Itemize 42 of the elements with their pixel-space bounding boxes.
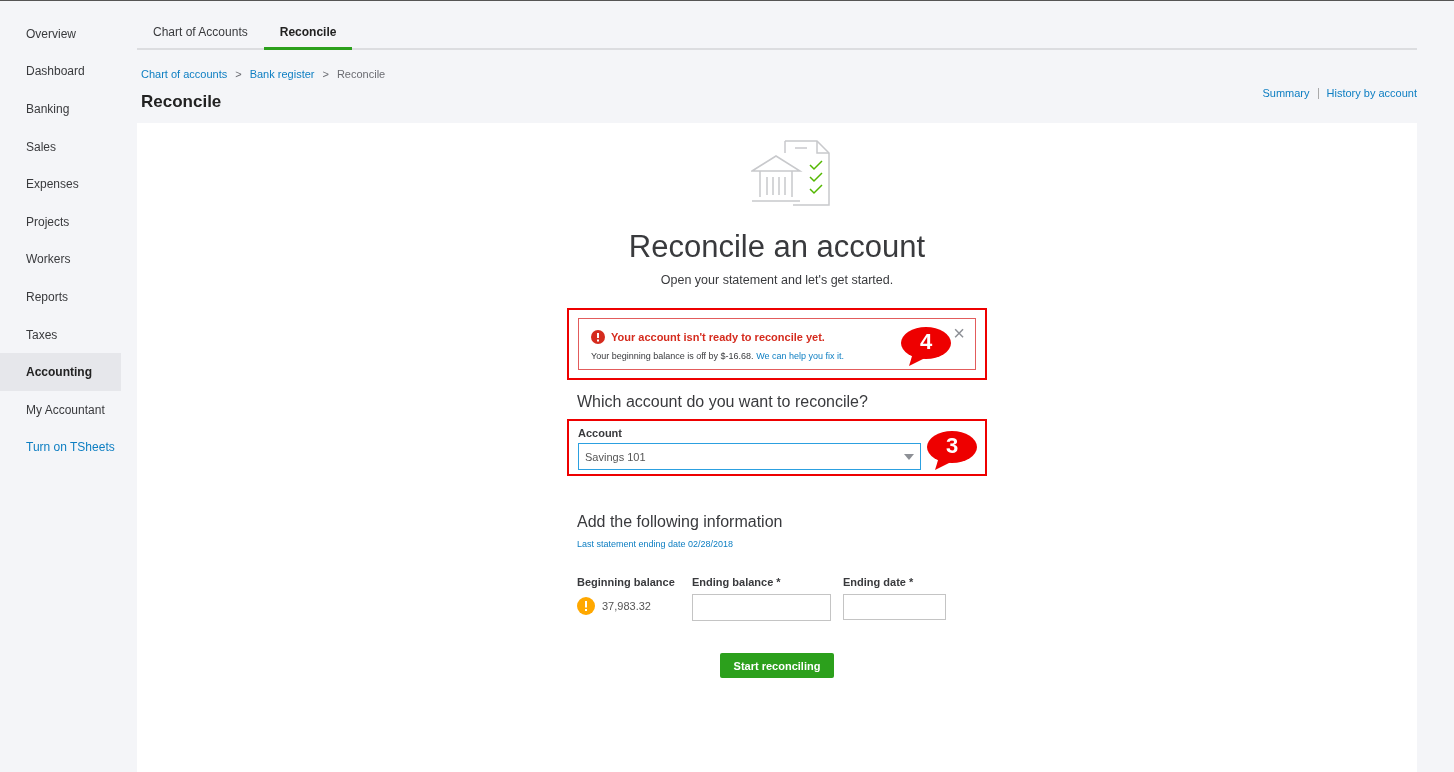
beginning-balance-value: 37,983.32: [602, 599, 651, 614]
sidebar-item[interactable]: Taxes: [0, 315, 121, 354]
ending-date-field[interactable]: [843, 594, 946, 621]
tab[interactable]: Reconcile: [263, 16, 353, 50]
sidebar-item[interactable]: Expenses: [0, 165, 121, 203]
breadcrumb-current: Reconcile: [336, 67, 386, 82]
bank-checklist-icon: [751, 139, 833, 207]
breadcrumb-link[interactable]: Chart of accounts: [141, 66, 228, 83]
info-heading: Add the following information: [577, 512, 784, 533]
account-question: Which account do you want to reconcile?: [577, 391, 869, 412]
sidebar-item[interactable]: Reports: [0, 278, 121, 316]
account-label: Account: [578, 425, 623, 441]
account-value: Savings 101: [585, 449, 646, 465]
alert-title: Your account isn't ready to reconcile yet.: [611, 329, 825, 345]
sidebar-item[interactable]: My Accountant: [0, 390, 121, 429]
ending-balance-field[interactable]: [692, 594, 831, 622]
header-link[interactable]: Summary: [1262, 85, 1310, 102]
breadcrumb-separator: >: [322, 67, 329, 82]
error-icon: [591, 330, 605, 344]
sidebar-item[interactable]: Sales: [0, 127, 121, 166]
last-statement-link[interactable]: Last statement ending date 02/28/2018: [577, 538, 987, 552]
ending-date-label: Ending date *: [843, 574, 915, 590]
header-link[interactable]: History by account: [1326, 85, 1417, 102]
sidebar-item[interactable]: Projects: [0, 202, 121, 241]
sidebar-item[interactable]: Turn on TSheets: [0, 428, 121, 467]
breadcrumb-link[interactable]: Bank register: [249, 66, 315, 83]
caret-icon: [904, 453, 914, 460]
page-title: Reconcile: [141, 90, 223, 113]
fix-link[interactable]: We can help you fix it.: [756, 351, 845, 362]
card-subtitle: Open your statement and let's get started.: [660, 272, 894, 289]
sidebar-item[interactable]: Banking: [0, 90, 121, 128]
tab[interactable]: Chart of Accounts: [137, 16, 264, 50]
sidebar-item[interactable]: Workers: [0, 240, 121, 279]
account-dropdown[interactable]: Savings 101: [578, 443, 921, 471]
card-title: Reconcile an account: [628, 228, 926, 266]
beginning-balance-label: Beginning balance: [577, 574, 676, 590]
ending-balance-label: Ending balance *: [692, 574, 782, 590]
sidebar-item[interactable]: Accounting: [0, 353, 121, 391]
sidebar-item[interactable]: Overview: [0, 15, 121, 53]
breadcrumb-separator: >: [235, 67, 242, 82]
alert-message: Your beginning balance is off by $-16.68. We can help you fix it.: [591, 350, 846, 364]
sidebar-item[interactable]: Dashboard: [0, 52, 121, 91]
